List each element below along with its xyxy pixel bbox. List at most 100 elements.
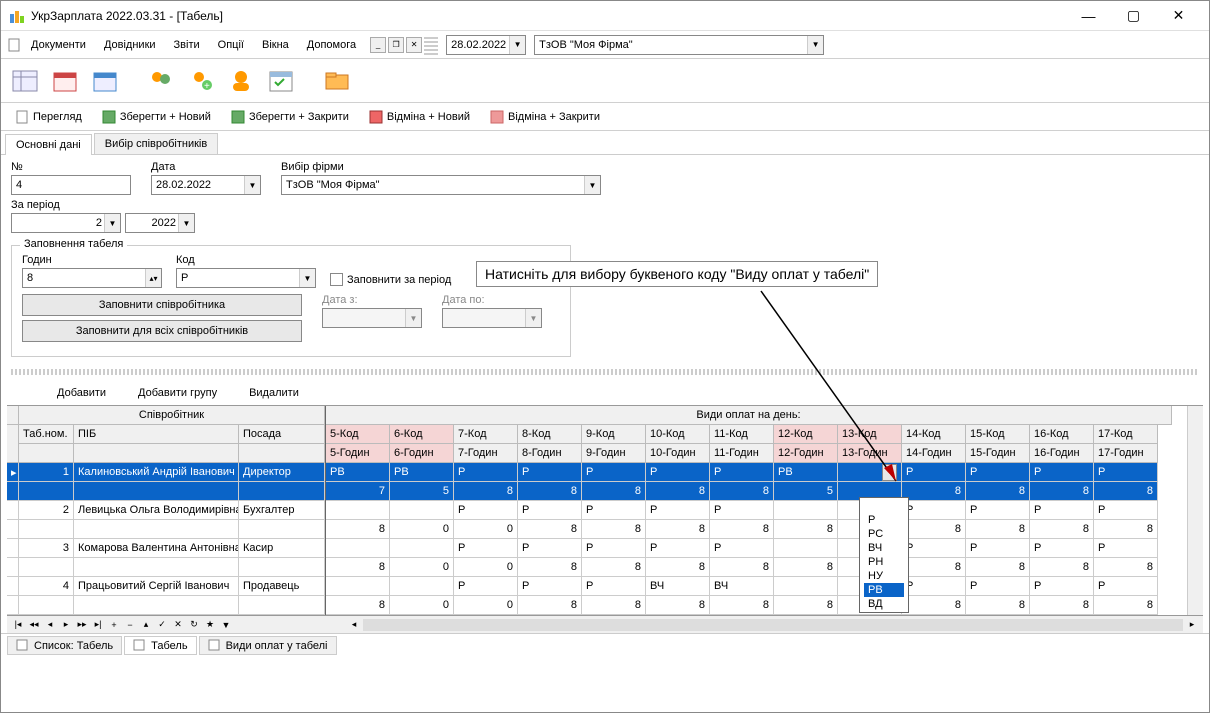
code-cell[interactable]: Р [1094, 501, 1158, 520]
period-month-input[interactable]: 2▼ [11, 213, 121, 233]
hours-cell[interactable]: 8 [582, 558, 646, 577]
chevron-down-icon[interactable]: ▼ [104, 214, 120, 232]
position-cell[interactable]: Продавець [239, 577, 325, 596]
hours-cell[interactable]: 8 [646, 482, 710, 501]
nav-post[interactable]: ✓ [155, 618, 169, 632]
code-cell[interactable]: Р [1094, 463, 1158, 482]
firm-input[interactable]: ТзОВ "Моя Фірма"▼ [281, 175, 601, 195]
code-cell[interactable]: Р [454, 501, 518, 520]
code-cell[interactable]: Р [1094, 577, 1158, 596]
spinner-icon[interactable]: ▴▾ [145, 269, 161, 287]
code-cell[interactable] [326, 577, 390, 596]
tb-calendar-red-icon[interactable] [49, 65, 81, 97]
name-cell[interactable]: Працьовитий Сергій Іванович [74, 577, 239, 596]
tb-users-group-icon[interactable] [145, 65, 177, 97]
dropdown-option[interactable]: НУ [864, 569, 904, 583]
hours-cell[interactable]: 8 [710, 596, 774, 615]
name-cell[interactable]: Комарова Валентина Антонівна [74, 539, 239, 558]
col-header-code[interactable]: 15-Код [966, 425, 1030, 444]
code-cell[interactable]: Р [1094, 539, 1158, 558]
row-indicator[interactable] [7, 577, 19, 596]
position-cell[interactable]: Бухгалтер [239, 501, 325, 520]
code-input[interactable]: Р▼ [176, 268, 316, 288]
col-header-code[interactable]: 5-Код [326, 425, 390, 444]
code-cell[interactable]: ВЧ [710, 577, 774, 596]
btab-list[interactable]: Список: Табель [7, 636, 122, 655]
col-header-code[interactable]: 10-Код [646, 425, 710, 444]
code-cell[interactable]: Р [518, 577, 582, 596]
dropdown-option[interactable]: РН [864, 555, 904, 569]
chevron-down-icon[interactable]: ▼ [584, 176, 600, 194]
hours-cell[interactable]: 8 [518, 596, 582, 615]
grid-add[interactable]: Добавити [51, 385, 112, 401]
hours-cell[interactable]: 8 [774, 558, 838, 577]
col-header-code[interactable]: 9-Код [582, 425, 646, 444]
col-header-hours[interactable]: 15-Годин [966, 444, 1030, 463]
tabnum-cell[interactable]: 4 [19, 577, 74, 596]
hours-cell[interactable]: 8 [710, 558, 774, 577]
mdi-restore[interactable]: ❐ [388, 37, 404, 53]
nav-filter[interactable]: ▼ [219, 618, 233, 632]
nav-edit[interactable]: ▴ [139, 618, 153, 632]
cancel-new-button[interactable]: Відміна + Новий [363, 108, 476, 126]
nav-add[interactable]: + [107, 618, 121, 632]
top-firm-combo[interactable]: ТзОВ "Моя Фірма" ▼ [534, 35, 824, 55]
menu-options[interactable]: Опції [210, 35, 252, 55]
horizontal-scrollbar[interactable] [363, 619, 1183, 631]
code-cell[interactable]: Р [966, 577, 1030, 596]
hours-cell[interactable]: 8 [1094, 520, 1158, 539]
hours-cell[interactable]: 8 [646, 596, 710, 615]
hours-cell[interactable]: 0 [390, 596, 454, 615]
tb-tabel-icon[interactable] [9, 65, 41, 97]
code-cell[interactable]: Р [518, 463, 582, 482]
hours-cell[interactable]: 8 [902, 558, 966, 577]
hours-cell[interactable]: 8 [518, 482, 582, 501]
code-cell[interactable]: Р [710, 501, 774, 520]
code-cell[interactable] [774, 501, 838, 520]
menu-documents[interactable]: Документи [23, 35, 94, 55]
code-cell[interactable]: Р [902, 539, 966, 558]
hours-cell[interactable]: 7 [326, 482, 390, 501]
col-header-hours[interactable]: 9-Годин [582, 444, 646, 463]
col-header-code[interactable]: 17-Код [1094, 425, 1158, 444]
position-cell[interactable]: Директор [239, 463, 325, 482]
nav-cancel[interactable]: ✕ [171, 618, 185, 632]
code-cell[interactable]: Р [454, 539, 518, 558]
col-header-code[interactable]: 8-Код [518, 425, 582, 444]
fill-period-checkbox[interactable] [330, 273, 343, 286]
num-input[interactable]: 4 [11, 175, 131, 195]
grid-add-group[interactable]: Добавити групу [132, 385, 223, 401]
chevron-down-icon[interactable]: ▼ [509, 36, 525, 54]
code-cell[interactable]: Р [582, 463, 646, 482]
col-header-hours[interactable]: 6-Годин [390, 444, 454, 463]
code-cell[interactable]: Р [646, 501, 710, 520]
hours-cell[interactable]: 8 [1094, 558, 1158, 577]
code-cell[interactable]: Р [454, 463, 518, 482]
name-cell[interactable]: Левицька Ольга Володимирівна [74, 501, 239, 520]
dropdown-option[interactable]: РС [864, 527, 904, 541]
code-cell[interactable]: Р [582, 539, 646, 558]
save-new-button[interactable]: Зберегти + Новий [96, 108, 217, 126]
hours-cell[interactable]: 8 [646, 558, 710, 577]
code-cell[interactable]: Р [902, 501, 966, 520]
hours-cell[interactable]: 8 [1030, 482, 1094, 501]
cancel-close-button[interactable]: Відміна + Закрити [484, 108, 606, 126]
hours-cell[interactable]: 8 [966, 558, 1030, 577]
row-indicator[interactable] [7, 501, 19, 520]
hours-cell[interactable]: 8 [582, 596, 646, 615]
hours-cell[interactable]: 8 [1094, 482, 1158, 501]
code-cell[interactable]: Р [518, 501, 582, 520]
hours-cell[interactable]: 8 [326, 558, 390, 577]
code-cell[interactable]: Р [902, 577, 966, 596]
mdi-close[interactable]: ✕ [406, 37, 422, 53]
col-header-hours[interactable]: 8-Годин [518, 444, 582, 463]
menu-directories[interactable]: Довідники [96, 35, 164, 55]
col-header-code[interactable]: 16-Код [1030, 425, 1094, 444]
date-input[interactable]: 28.02.2022▼ [151, 175, 261, 195]
code-cell[interactable]: ВЧ [646, 577, 710, 596]
hours-cell[interactable]: 8 [518, 558, 582, 577]
hours-cell[interactable]: 0 [454, 520, 518, 539]
position-header[interactable]: Посада [239, 425, 325, 444]
tabnum-cell[interactable]: 3 [19, 539, 74, 558]
code-cell[interactable]: Р [1030, 539, 1094, 558]
